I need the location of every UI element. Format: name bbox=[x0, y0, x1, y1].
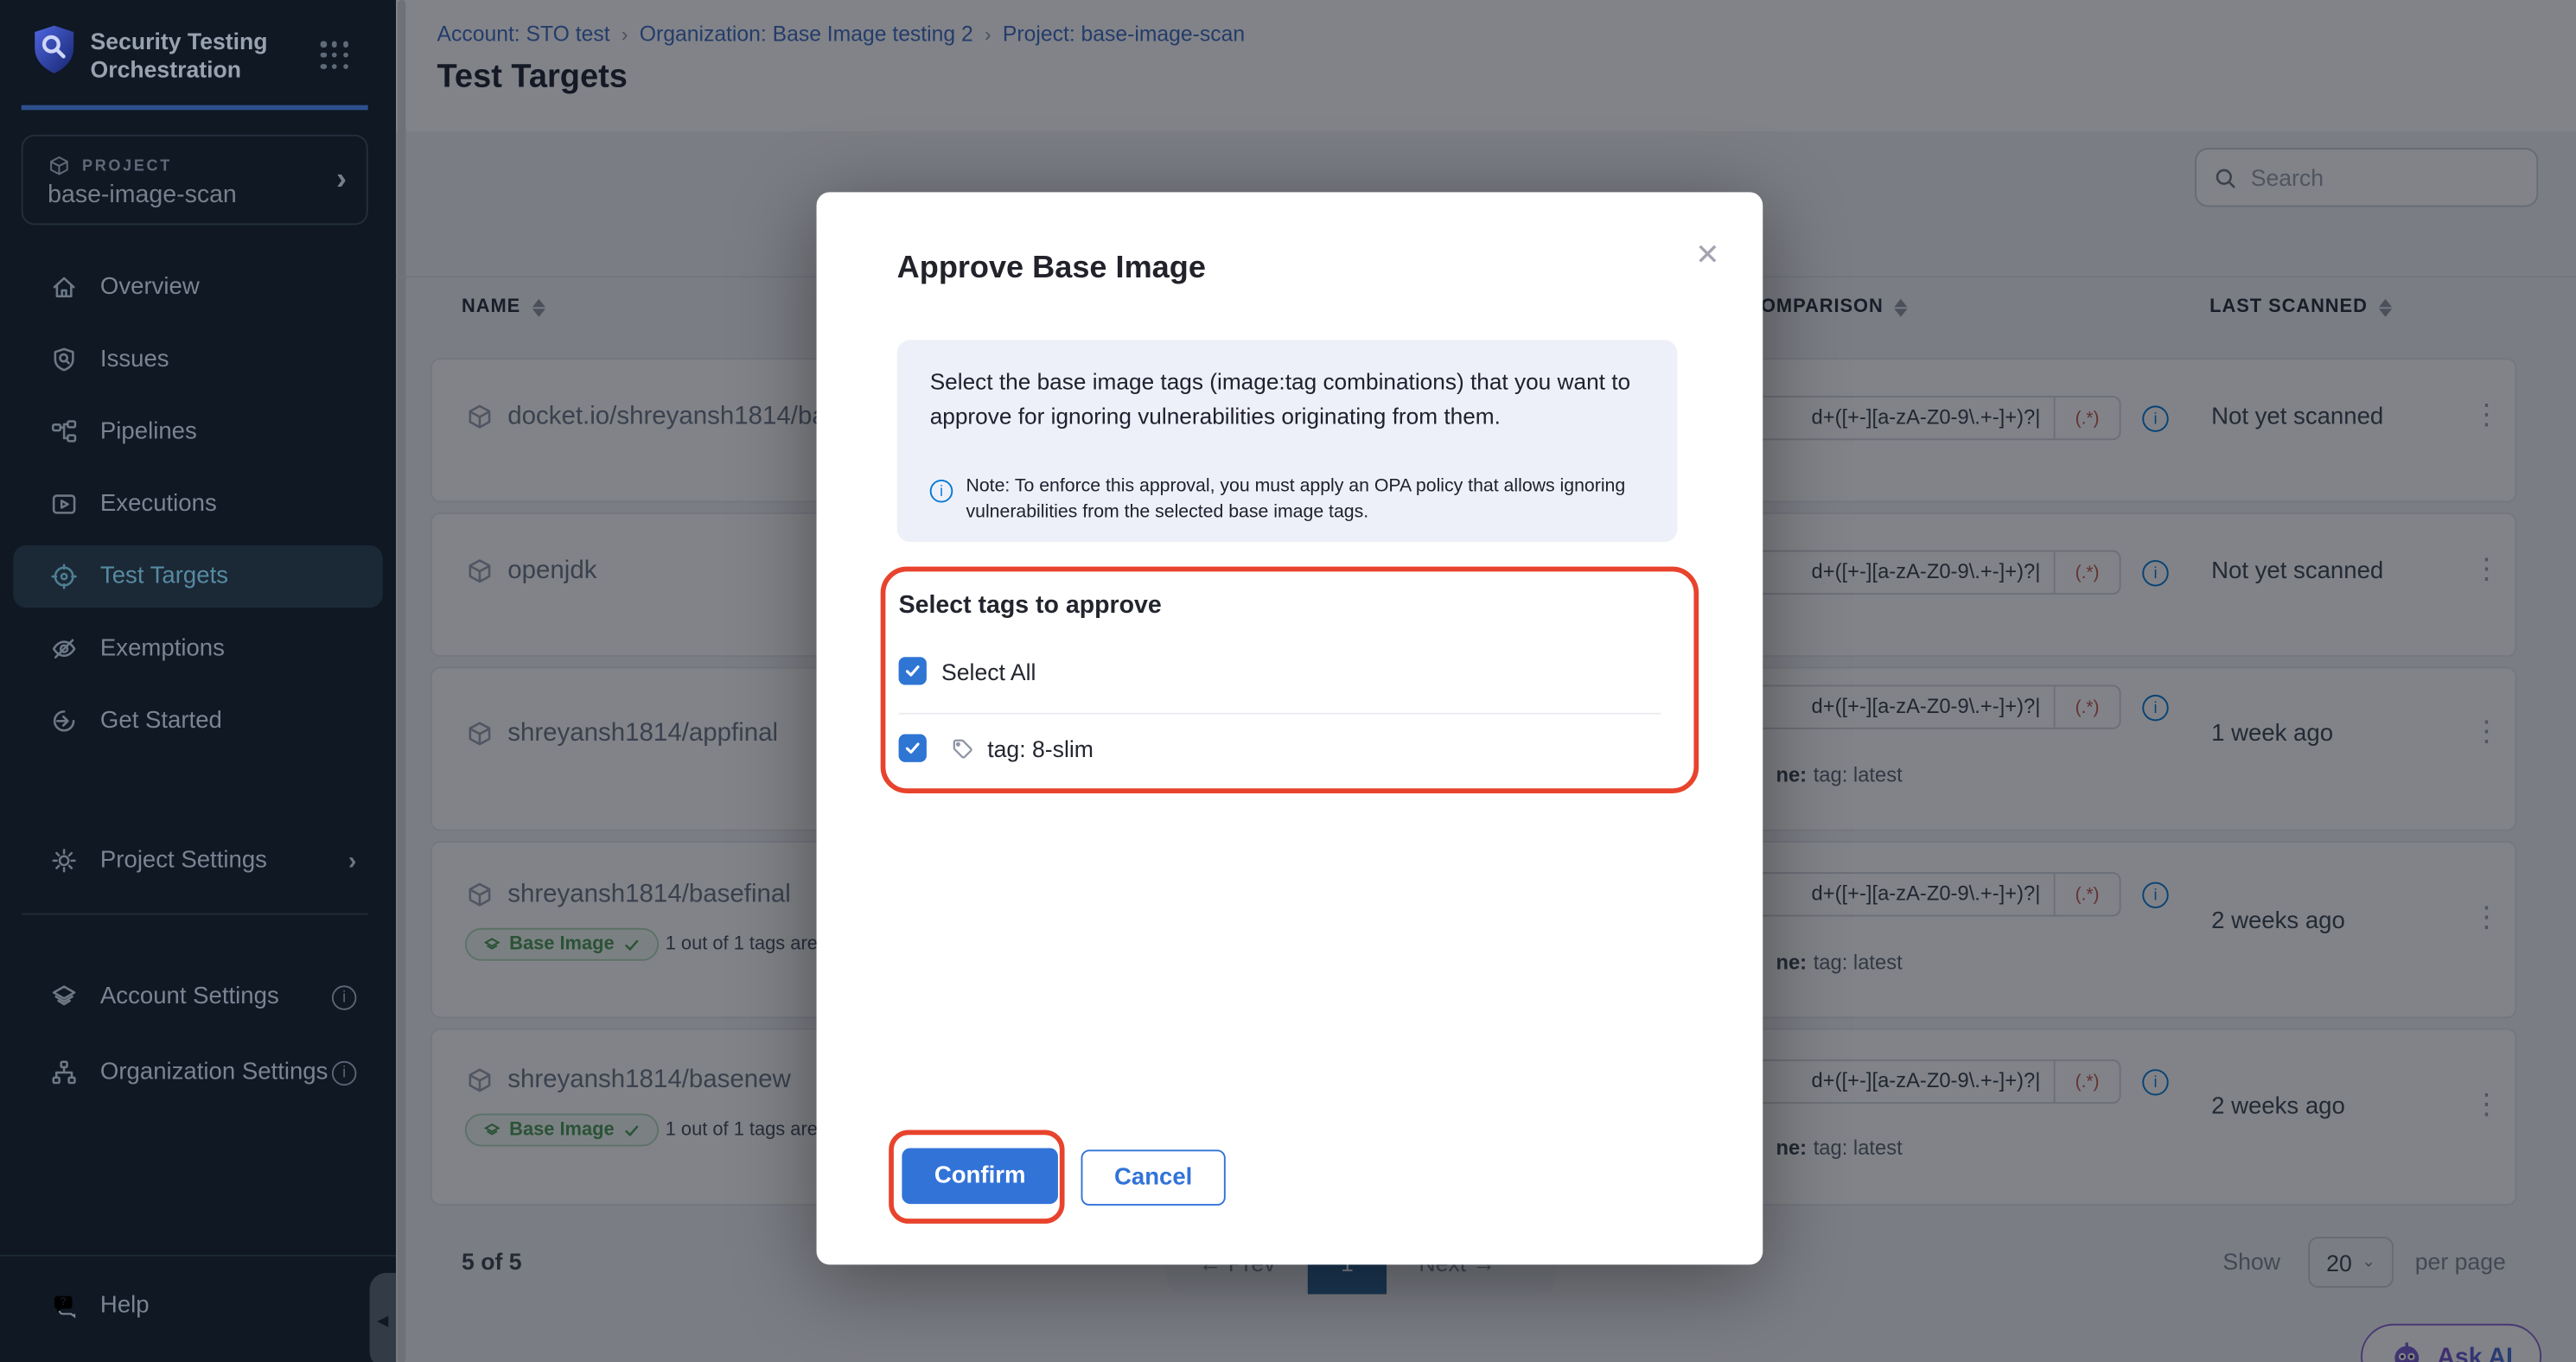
info-icon[interactable]: i bbox=[332, 1060, 357, 1085]
project-selector-value: base-image-scan bbox=[48, 181, 237, 208]
sidebar-item-label: Help bbox=[100, 1293, 150, 1319]
sidebar-item-label: Overview bbox=[100, 274, 200, 300]
sidebar-item-label: Test Targets bbox=[100, 563, 228, 589]
sidebar-item-label: Pipelines bbox=[100, 419, 197, 445]
chevron-right-icon: › bbox=[336, 161, 347, 200]
select-tags-section-title: Select tags to approve bbox=[899, 591, 1162, 619]
sidebar-item-label: Exemptions bbox=[100, 635, 225, 661]
sidebar-item-overview[interactable]: Overview bbox=[13, 256, 383, 318]
annotation-highlight-confirm: Confirm bbox=[889, 1130, 1064, 1224]
sidebar-item-get-started[interactable]: Get Started bbox=[13, 690, 383, 752]
pipelines-icon bbox=[49, 417, 79, 447]
app-title: Security Testing Orchestration bbox=[91, 28, 304, 84]
project-cube-icon bbox=[48, 155, 71, 178]
tags-divider bbox=[899, 713, 1661, 715]
module-switcher-icon[interactable] bbox=[321, 41, 350, 71]
shield-search-icon bbox=[49, 345, 79, 374]
info-icon: i bbox=[930, 480, 953, 503]
svg-text:?: ? bbox=[60, 1295, 67, 1308]
check-icon bbox=[903, 662, 921, 680]
sidebar-item-help[interactable]: ? Help bbox=[13, 1276, 383, 1335]
layers-gear-icon bbox=[49, 983, 79, 1012]
eye-off-icon bbox=[49, 634, 79, 664]
sidebar-divider bbox=[22, 913, 368, 915]
select-all-checkbox[interactable] bbox=[899, 657, 927, 684]
chevron-right-icon: › bbox=[348, 847, 357, 875]
sidebar-item-exemptions[interactable]: Exemptions bbox=[13, 618, 383, 680]
help-chat-icon: ? bbox=[49, 1291, 79, 1321]
executions-icon bbox=[49, 489, 79, 519]
target-icon bbox=[49, 562, 79, 591]
org-chart-gear-icon bbox=[49, 1058, 79, 1087]
modal-info-panel: Select the base image tags (image:tag co… bbox=[897, 340, 1678, 542]
get-started-icon bbox=[49, 706, 79, 735]
sidebar-item-account-settings[interactable]: Account Settings i bbox=[13, 965, 383, 1028]
sidebar-item-organization-settings[interactable]: Organization Settings i bbox=[13, 1041, 383, 1104]
sidebar-item-label: Project Settings bbox=[100, 848, 267, 874]
home-icon bbox=[49, 272, 79, 302]
sidebar-item-issues[interactable]: Issues bbox=[13, 328, 383, 391]
tag-checkbox[interactable] bbox=[899, 735, 927, 762]
sidebar-item-executions[interactable]: Executions bbox=[13, 473, 383, 535]
tag-label: tag: 8-slim bbox=[987, 735, 1094, 761]
confirm-button[interactable]: Confirm bbox=[902, 1148, 1058, 1204]
modal-title: Approve Base Image bbox=[897, 251, 1206, 288]
approve-base-image-modal: ✕ Approve Base Image Select the base ima… bbox=[817, 192, 1763, 1264]
sidebar-item-label: Get Started bbox=[100, 708, 222, 734]
sidebar-item-label: Organization Settings bbox=[100, 1060, 328, 1085]
project-selector[interactable]: PROJECT base-image-scan › bbox=[22, 135, 368, 226]
check-icon bbox=[903, 739, 921, 757]
annotation-highlight-tags: Select tags to approve Select All tag: 8… bbox=[881, 567, 1699, 793]
app-root: Security Testing Orchestration PROJECT b… bbox=[0, 0, 2576, 1362]
project-selector-label: PROJECT bbox=[82, 156, 172, 175]
sidebar-collapse-button[interactable]: ◀ bbox=[370, 1273, 396, 1362]
sidebar-item-label: Account Settings bbox=[100, 983, 279, 1009]
tag-icon bbox=[949, 735, 975, 761]
sidebar-item-project-settings[interactable]: Project Settings › bbox=[13, 830, 383, 892]
sidebar-item-label: Issues bbox=[100, 347, 169, 372]
select-all-label: Select All bbox=[941, 658, 1036, 684]
sidebar-footer-divider bbox=[0, 1255, 396, 1257]
module-accent-bar bbox=[22, 105, 368, 111]
sidebar-nav: Overview Issues Pipelines Executions Tes… bbox=[13, 256, 383, 761]
gear-icon bbox=[49, 846, 79, 875]
sidebar-item-label: Executions bbox=[100, 491, 217, 517]
cancel-button[interactable]: Cancel bbox=[1081, 1149, 1226, 1206]
info-icon[interactable]: i bbox=[332, 984, 357, 1009]
sidebar: Security Testing Orchestration PROJECT b… bbox=[0, 0, 396, 1362]
sto-shield-logo-icon bbox=[31, 23, 77, 76]
sidebar-item-pipelines[interactable]: Pipelines bbox=[13, 401, 383, 463]
modal-note: Note: To enforce this approval, you must… bbox=[966, 474, 1652, 526]
modal-description: Select the base image tags (image:tag co… bbox=[930, 366, 1648, 435]
sidebar-item-test-targets[interactable]: Test Targets bbox=[13, 545, 383, 608]
collapse-left-icon: ◀ bbox=[377, 1312, 388, 1330]
close-icon[interactable]: ✕ bbox=[1695, 239, 1720, 273]
